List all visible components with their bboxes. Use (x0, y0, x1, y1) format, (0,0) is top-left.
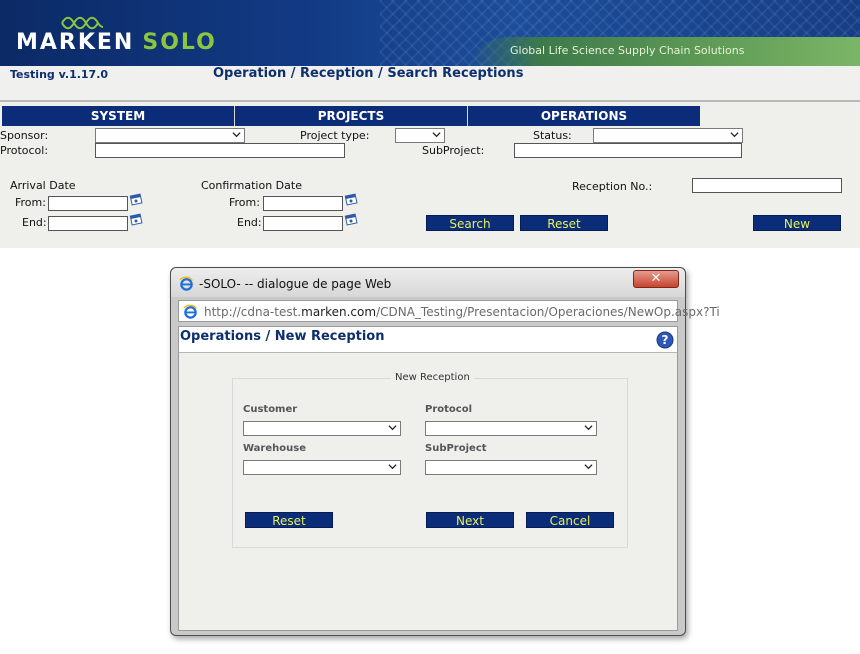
protocol-label: Protocol: (0, 144, 49, 157)
reception-no-label: Reception No.: (572, 180, 653, 193)
internet-explorer-icon (183, 304, 197, 319)
brand-main-text: MARKEN (16, 30, 135, 55)
url-domain: marken.com (301, 305, 377, 319)
arrival-end-input[interactable] (48, 216, 128, 231)
calendar-icon[interactable] (129, 212, 143, 226)
close-button[interactable]: ✕ (633, 270, 679, 288)
project-type-select[interactable] (395, 128, 445, 143)
arrival-from-input[interactable] (48, 196, 128, 211)
confirmation-from-label: From: (229, 196, 260, 209)
dialog-reset-button[interactable]: Reset (245, 512, 333, 528)
url-suffix: /CDNA_Testing/Presentacion/Operaciones/N… (376, 305, 720, 319)
arrival-end-label: End: (22, 216, 47, 229)
close-icon: ✕ (650, 271, 662, 286)
brand-sub-text: SOLO (142, 30, 217, 55)
dialog-title: -SOLO- -- dialogue de page Web (199, 277, 392, 291)
nav-tab-projects[interactable]: PROJECTS (235, 106, 468, 126)
chevron-down-icon (388, 425, 397, 431)
new-reception-fieldset: New Reception Customer Protocol Warehous… (232, 372, 628, 548)
customer-label: Customer (243, 404, 298, 415)
new-reception-dialog: -SOLO- -- dialogue de page Web ✕ http://… (170, 267, 720, 636)
project-type-label: Project type: (300, 129, 370, 142)
nav-tab-operations[interactable]: OPERATIONS (468, 106, 700, 126)
dialog-header: Operations / New Reception ? (179, 327, 677, 353)
new-button[interactable]: New (753, 215, 841, 231)
search-button[interactable]: Search (426, 215, 514, 231)
confirmation-date-label: Confirmation Date (201, 179, 302, 192)
customer-select[interactable] (243, 421, 401, 436)
chevron-down-icon (730, 132, 739, 138)
chevron-down-icon (584, 464, 593, 470)
protocol-select[interactable] (425, 421, 597, 436)
chevron-down-icon (232, 132, 241, 138)
subproject-select[interactable] (425, 460, 597, 475)
warehouse-label: Warehouse (243, 443, 306, 454)
main-nav: SYSTEM PROJECTS OPERATIONS (2, 106, 700, 126)
confirmation-end-label: End: (237, 216, 262, 229)
dialog-titlebar[interactable]: -SOLO- -- dialogue de page Web ✕ (171, 268, 685, 297)
internet-explorer-icon (179, 276, 193, 291)
protocol-input[interactable] (95, 143, 345, 158)
dialog-address-bar[interactable]: http://cdna-test.marken.com/CDNA_Testing… (178, 300, 720, 322)
marken-logo-icon (61, 16, 104, 30)
arrival-from-label: From: (15, 196, 46, 209)
protocol-label: Protocol (425, 404, 473, 415)
arrival-date-label: Arrival Date (10, 179, 76, 192)
reception-no-input[interactable] (692, 178, 842, 193)
dialog-heading: Operations / New Reception (180, 329, 385, 344)
sponsor-label: Sponsor: (0, 129, 49, 142)
title-bar: Testing v.1.17.0 Operation / Reception /… (0, 66, 860, 100)
chevron-down-icon (432, 132, 441, 138)
page: MARKEN SOLO Global Life Science Supply Ch… (0, 0, 860, 654)
status-label: Status: (533, 129, 572, 142)
next-button[interactable]: Next (426, 512, 514, 528)
app-banner: MARKEN SOLO Global Life Science Supply Ch… (0, 0, 860, 66)
sponsor-select[interactable] (95, 128, 245, 143)
chevron-down-icon (584, 425, 593, 431)
nav-tab-system[interactable]: SYSTEM (2, 106, 235, 126)
page-title: Operation / Reception / Search Reception… (213, 66, 524, 81)
warehouse-select[interactable] (243, 460, 401, 475)
chevron-down-icon (388, 464, 397, 470)
brand-logo[interactable]: MARKEN SOLO (16, 30, 217, 55)
calendar-icon[interactable] (129, 192, 143, 206)
subproject-label: SubProject: (422, 144, 485, 157)
help-icon[interactable]: ? (656, 331, 674, 349)
cancel-button[interactable]: Cancel (526, 512, 614, 528)
reset-button[interactable]: Reset (520, 215, 608, 231)
version-label: Testing v.1.17.0 (10, 68, 109, 81)
dialog-url: http://cdna-test.marken.com/CDNA_Testing… (204, 305, 720, 319)
subproject-input[interactable] (514, 143, 742, 158)
calendar-icon[interactable] (344, 192, 358, 206)
subproject-label: SubProject (425, 443, 487, 454)
url-prefix: http://cdna-test. (204, 305, 302, 319)
status-select[interactable] (593, 128, 743, 143)
svg-text:?: ? (662, 333, 669, 347)
dialog-content: Operations / New Reception ? New Recepti… (178, 326, 678, 631)
brand-tagline: Global Life Science Supply Chain Solutio… (510, 44, 745, 57)
search-panel: SYSTEM PROJECTS OPERATIONS Sponsor: Proj… (0, 100, 860, 248)
fieldset-legend: New Reception (391, 372, 474, 383)
calendar-icon[interactable] (344, 212, 358, 226)
confirmation-end-input[interactable] (263, 216, 343, 231)
confirmation-from-input[interactable] (263, 196, 343, 211)
